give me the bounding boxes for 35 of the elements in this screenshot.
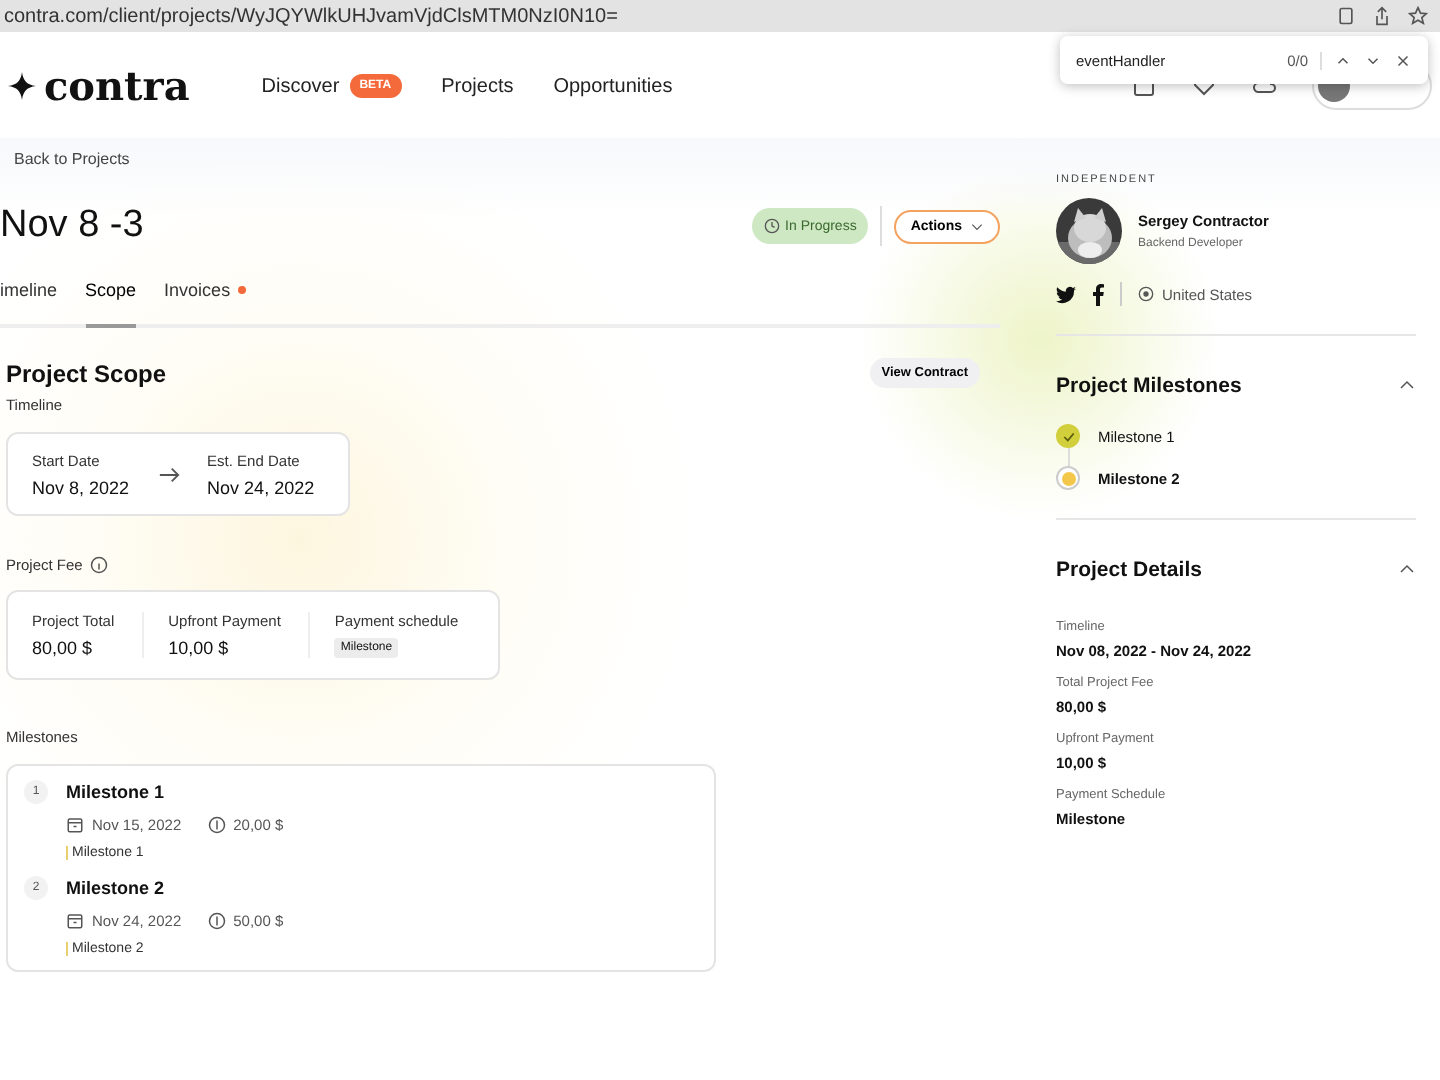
back-link[interactable]: Back to Projects — [0, 150, 130, 168]
page-icon — [1336, 6, 1356, 26]
field-value: Nov 24, 2022 — [207, 477, 315, 497]
project-title: Nov 8 -3 — [0, 204, 146, 248]
field-value: 80,00 $ — [32, 638, 95, 658]
nav-link[interactable]: Projects — [441, 75, 514, 97]
location-icon — [1138, 286, 1154, 302]
panel-title: Project Details — [1056, 557, 1202, 581]
milestone-name: Milestone 2 — [66, 878, 167, 898]
f-letter-icon[interactable] — [1092, 283, 1104, 305]
close-icon — [1394, 51, 1412, 69]
clock-icon — [763, 218, 780, 234]
share-icon — [1372, 6, 1392, 26]
info-icon — [90, 556, 109, 574]
milestone-name: Milestone 1 — [66, 782, 167, 802]
field-value: 10,00 $ — [168, 638, 231, 658]
tab[interactable]: imeline — [0, 280, 58, 328]
nav-link[interactable]: Opportunities — [553, 75, 673, 97]
panel-title: Project Milestones — [1056, 373, 1242, 397]
arrow-icon — [157, 463, 180, 485]
field-value: Nov 8, 2022 — [32, 477, 130, 497]
bird-icon[interactable] — [1056, 285, 1076, 303]
calendar-icon — [66, 816, 84, 834]
tab[interactable]: Scope — [85, 280, 137, 328]
coin-icon — [207, 912, 226, 930]
chevron-up-icon — [1398, 560, 1416, 578]
logo-text[interactable]: contra — [44, 62, 190, 110]
chevron-up-icon — [1398, 376, 1416, 394]
calendar-icon — [66, 912, 84, 930]
star-logo-icon — [8, 72, 36, 100]
star-icon — [1408, 6, 1428, 26]
section-title: Project Scope — [6, 359, 167, 387]
coin-icon — [207, 816, 226, 834]
caret-icon — [970, 219, 984, 233]
tab[interactable]: Invoices — [164, 280, 247, 328]
